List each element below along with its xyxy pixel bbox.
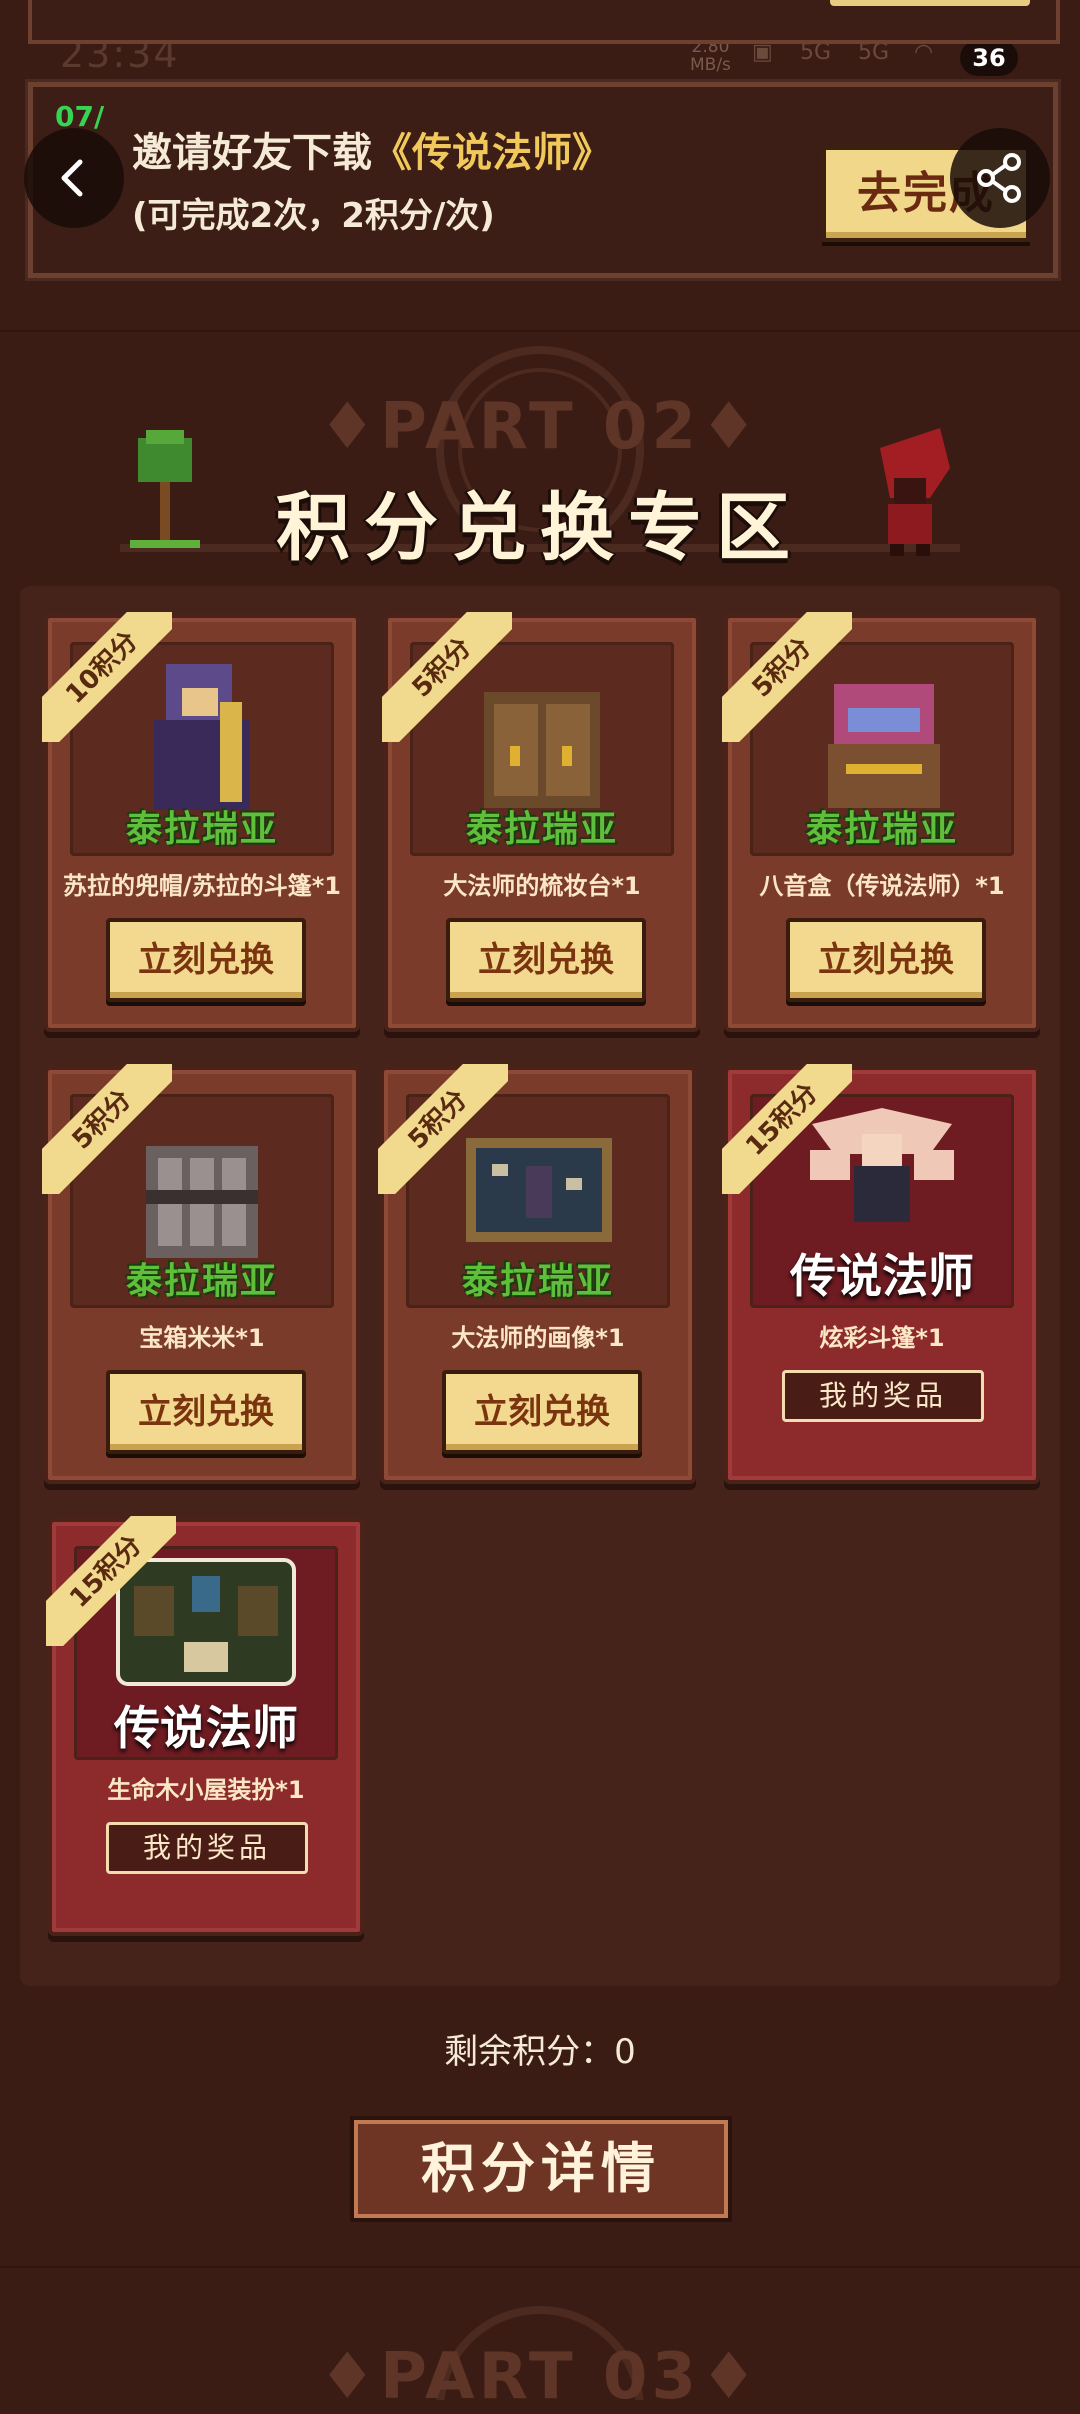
task-subtitle: (可完成2次，2积分/次): [132, 196, 495, 236]
exchange-item: 泰拉瑞亚 5积分 大法师的画像*1 立刻兑换: [378, 1064, 696, 1484]
points-ribbon: 5积分: [42, 1064, 172, 1194]
item-name: 八音盒（传说法师）*1: [759, 872, 1005, 900]
share-button[interactable]: [950, 128, 1050, 228]
terraria-logo: 泰拉瑞亚: [125, 809, 278, 850]
task-title: 邀请好友下载《传说法师》: [132, 120, 612, 178]
points-ribbon-label: 5积分: [42, 1064, 172, 1194]
points-ribbon: 5积分: [722, 612, 852, 742]
points-ribbon: 15积分: [46, 1516, 176, 1646]
legend-mage-logo: 传说法师: [790, 1249, 974, 1303]
exchange-item: 泰拉瑞亚 5积分 大法师的梳妆台*1 立刻兑换: [382, 612, 700, 1032]
exchange-item: 泰拉瑞亚 5积分 八音盒（传说法师）*1 立刻兑换: [722, 612, 1040, 1032]
task-title-text: 邀请好友下载: [132, 130, 372, 176]
points-ribbon: 5积分: [378, 1064, 508, 1194]
legend-mage-logo: 传说法师: [114, 1701, 298, 1755]
redeem-button[interactable]: 立刻兑换: [786, 918, 986, 1002]
previous-task-button[interactable]: [830, 0, 1030, 6]
exchange-item: 泰拉瑞亚 5积分 宝箱米米*1 立刻兑换: [42, 1064, 360, 1484]
redeem-button[interactable]: 立刻兑换: [446, 918, 646, 1002]
redeem-button[interactable]: 立刻兑换: [106, 918, 306, 1002]
points-ribbon-label: 5积分: [722, 612, 852, 742]
item-name: 炫彩斗篷*1: [819, 1324, 945, 1352]
exchange-item: 传说法师 15积分 炫彩斗篷*1 我的奖品: [722, 1064, 1040, 1484]
item-name: 宝箱米米*1: [139, 1324, 265, 1352]
red-wizard-icon: [880, 428, 950, 556]
back-button[interactable]: [24, 128, 124, 228]
item-name: 大法师的梳妆台*1: [443, 872, 641, 900]
net-speed-unit: MB/s: [690, 55, 731, 75]
back-arrow-icon: [61, 159, 83, 197]
points-ribbon-label: 10积分: [42, 612, 172, 742]
item-name: 大法师的画像*1: [451, 1324, 625, 1352]
item-name: 苏拉的兜帽/苏拉的斗篷*1: [62, 872, 341, 900]
previous-task-card: [28, 0, 1060, 44]
share-icon: [977, 153, 1021, 203]
battery-indicator: 36: [960, 40, 1018, 76]
terraria-logo: 泰拉瑞亚: [125, 1261, 278, 1302]
points-ribbon-label: 5积分: [382, 612, 512, 742]
points-ribbon-label: 15积分: [722, 1064, 852, 1194]
item-name: 生命木小屋装扮*1: [107, 1776, 305, 1804]
part-label-next: ♦PART 03♦: [318, 2340, 762, 2414]
points-ribbon: 15积分: [722, 1064, 852, 1194]
points-details-button[interactable]: 积分详情: [354, 2120, 728, 2218]
my-prize-button[interactable]: 我的奖品: [782, 1370, 984, 1422]
redeem-button[interactable]: 立刻兑换: [106, 1370, 306, 1454]
my-prize-button[interactable]: 我的奖品: [106, 1822, 308, 1874]
points-ribbon: 5积分: [382, 612, 512, 742]
exchange-item: 泰拉瑞亚 10积分 苏拉的兜帽/苏拉的斗篷*1 立刻兑换: [42, 612, 360, 1032]
task-title-game: 《传说法师》: [372, 130, 612, 176]
remaining-points: 剩余积分：0: [444, 2032, 636, 2072]
terraria-logo: 泰拉瑞亚: [805, 809, 958, 850]
terraria-logo: 泰拉瑞亚: [461, 1261, 614, 1302]
exchange-item: 传说法师 15积分 生命木小屋装扮*1 我的奖品: [46, 1516, 364, 1936]
points-ribbon-label: 5积分: [378, 1064, 508, 1194]
terraria-logo: 泰拉瑞亚: [465, 809, 618, 850]
section-divider: [0, 2266, 1080, 2268]
points-ribbon-label: 15积分: [46, 1516, 176, 1646]
redeem-button[interactable]: 立刻兑换: [442, 1370, 642, 1454]
points-ribbon: 10积分: [42, 612, 172, 742]
